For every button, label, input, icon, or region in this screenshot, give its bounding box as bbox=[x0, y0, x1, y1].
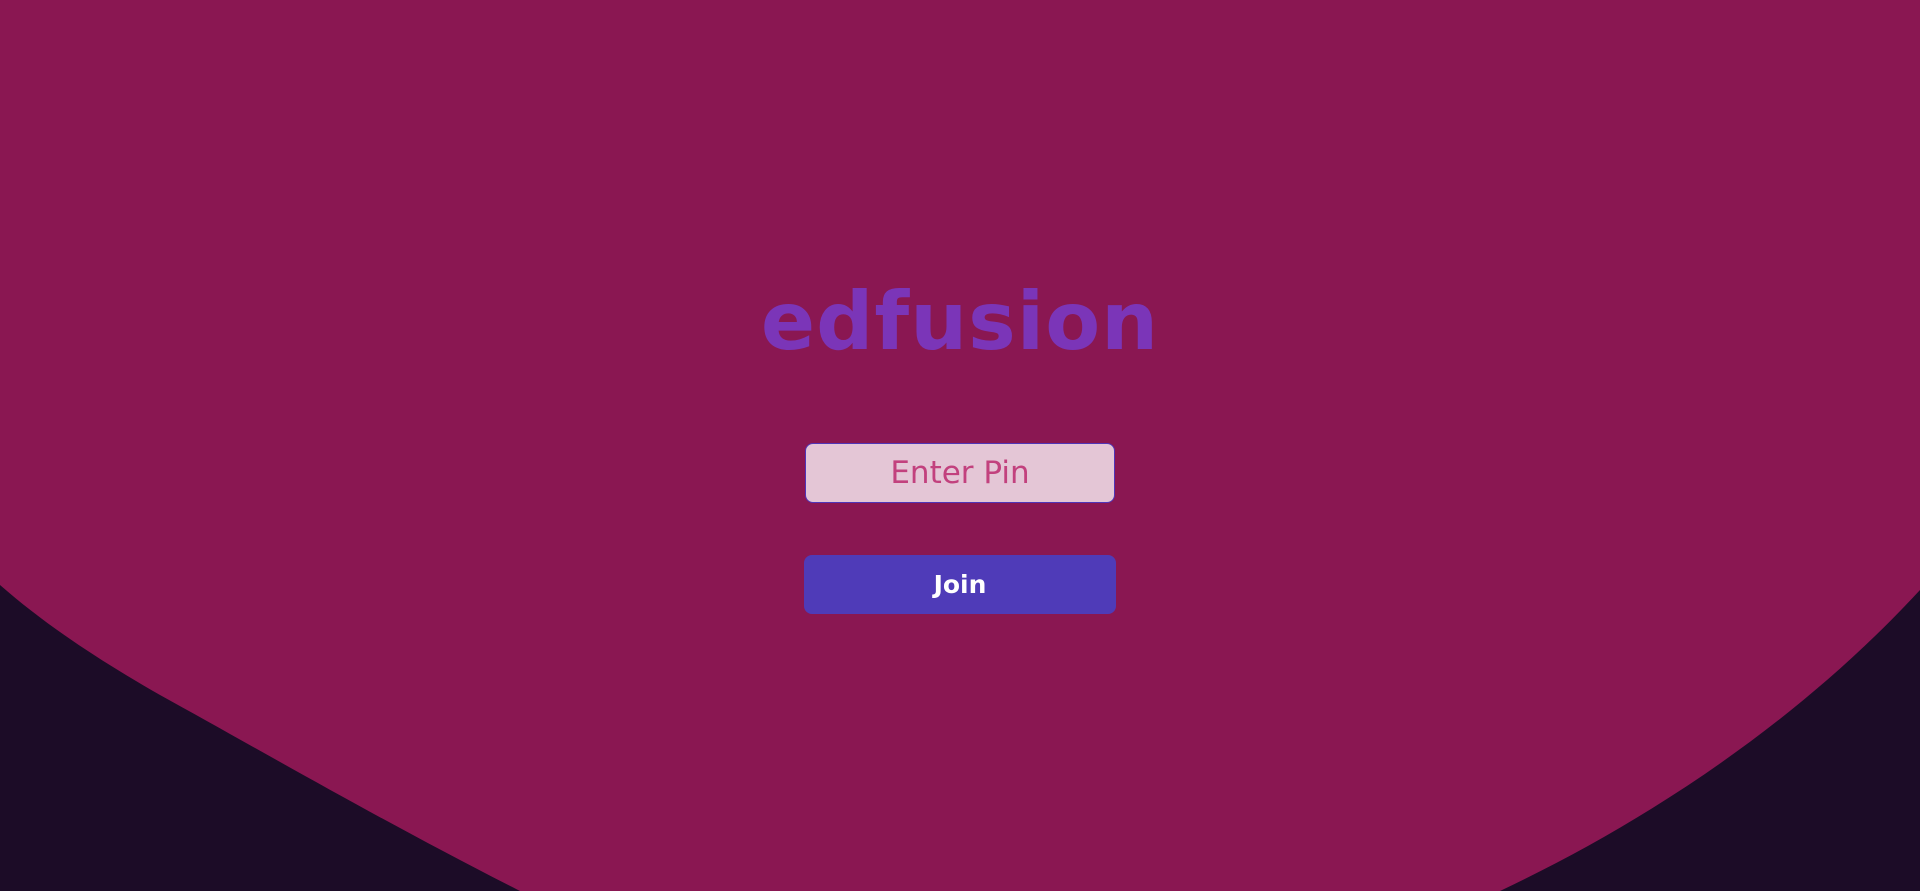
edfusion-logo: edfusion bbox=[760, 275, 1160, 368]
join-panel: edfusion Join bbox=[0, 0, 1920, 891]
join-button[interactable]: Join bbox=[804, 555, 1116, 614]
pin-input[interactable] bbox=[805, 443, 1115, 503]
